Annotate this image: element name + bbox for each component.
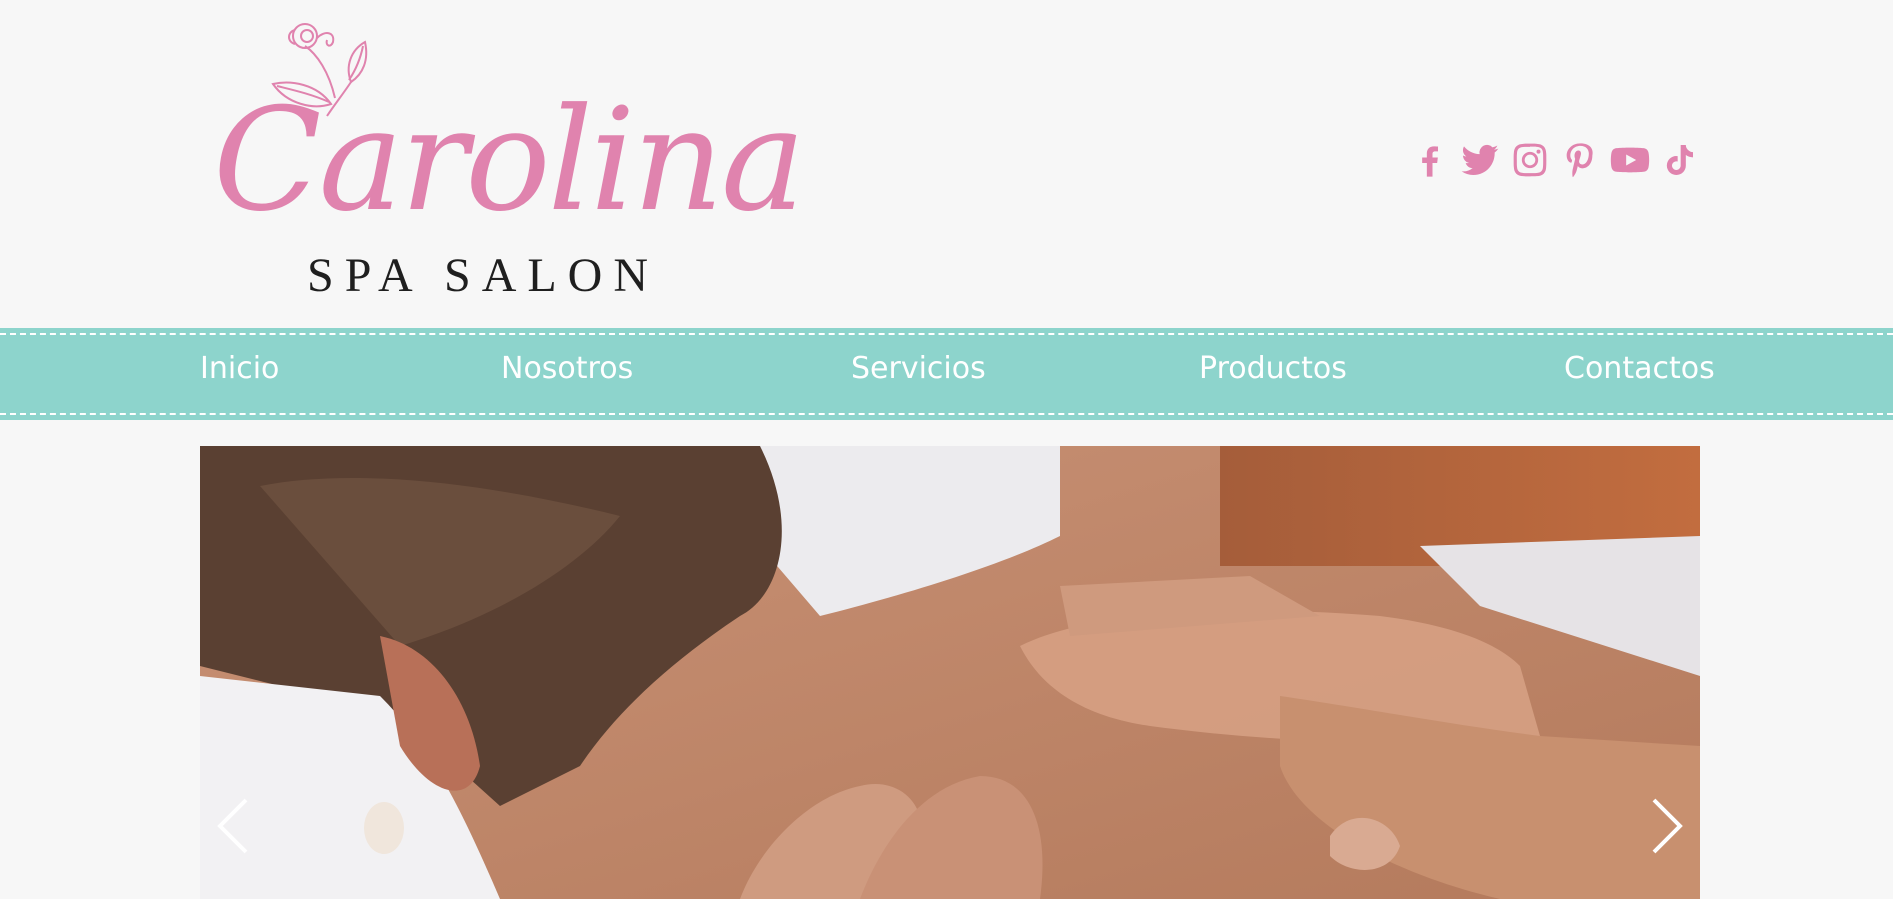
massage-photo [200,446,1700,899]
facebook-icon[interactable] [1405,135,1455,185]
logo-script-text: Carolina [213,78,806,243]
site-header: Carolina SPA SALON [0,0,1893,330]
tiktok-icon[interactable] [1655,135,1705,185]
main-nav: Inicio Nosotros Servicios Productos Cont… [0,328,1893,420]
social-links [1405,135,1705,185]
nav-item-contactos[interactable]: Contactos [1564,351,1715,386]
pinterest-icon[interactable] [1555,135,1605,185]
site-logo[interactable]: Carolina SPA SALON [205,20,806,302]
nav-item-nosotros[interactable]: Nosotros [501,351,633,386]
twitter-icon[interactable] [1455,135,1505,185]
nav-item-inicio[interactable]: Inicio [200,351,279,386]
nav-dashed-border-bottom [0,413,1893,415]
nav-item-productos[interactable]: Productos [1199,351,1347,386]
youtube-icon[interactable] [1605,135,1655,185]
nav-dashed-border-top [0,333,1893,335]
instagram-icon[interactable] [1505,135,1555,185]
hero-slider [200,446,1700,899]
nav-item-servicios[interactable]: Servicios [851,351,986,386]
slider-prev-button[interactable] [204,786,254,866]
slider-next-button[interactable] [1646,786,1696,866]
chevron-left-icon [217,798,248,854]
chevron-right-icon [1652,798,1683,854]
logo-subtitle: SPA SALON [307,249,660,302]
